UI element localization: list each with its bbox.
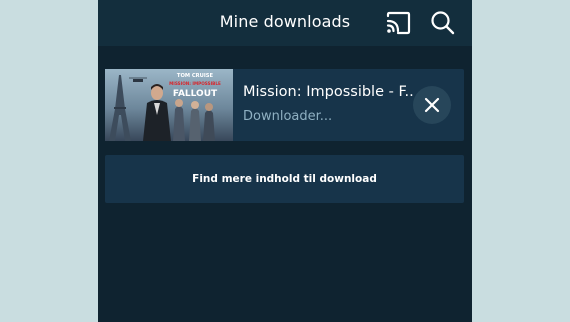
search-icon [431, 11, 455, 35]
close-icon [424, 97, 440, 113]
poster-movie-line1: MISSION: IMPOSSIBLE [169, 81, 221, 86]
download-title: Mission: Impossible - F... [243, 84, 413, 100]
search-button[interactable] [429, 9, 457, 37]
poster-artwork: TOM CRUISE MISSION: IMPOSSIBLE FALLOUT [105, 69, 233, 141]
top-bar: Mine downloads [98, 0, 472, 46]
cast-button[interactable] [384, 10, 412, 36]
poster-movie-line2: FALLOUT [173, 89, 218, 99]
cast-icon [386, 11, 411, 35]
poster-actor-credit: TOM CRUISE [177, 73, 214, 79]
find-more-content-button[interactable]: Find mere indhold til download [105, 155, 464, 203]
download-item[interactable]: TOM CRUISE MISSION: IMPOSSIBLE FALLOUT M… [105, 69, 464, 141]
cancel-download-button[interactable] [413, 86, 451, 124]
page-title: Mine downloads [219, 12, 351, 31]
find-more-label: Find mere indhold til download [192, 173, 377, 185]
movie-poster[interactable]: TOM CRUISE MISSION: IMPOSSIBLE FALLOUT [105, 69, 233, 141]
download-status: Downloader... [243, 109, 333, 124]
app-screen: Mine downloads TOM CRUISE MISSION: IMPOS… [98, 0, 472, 322]
